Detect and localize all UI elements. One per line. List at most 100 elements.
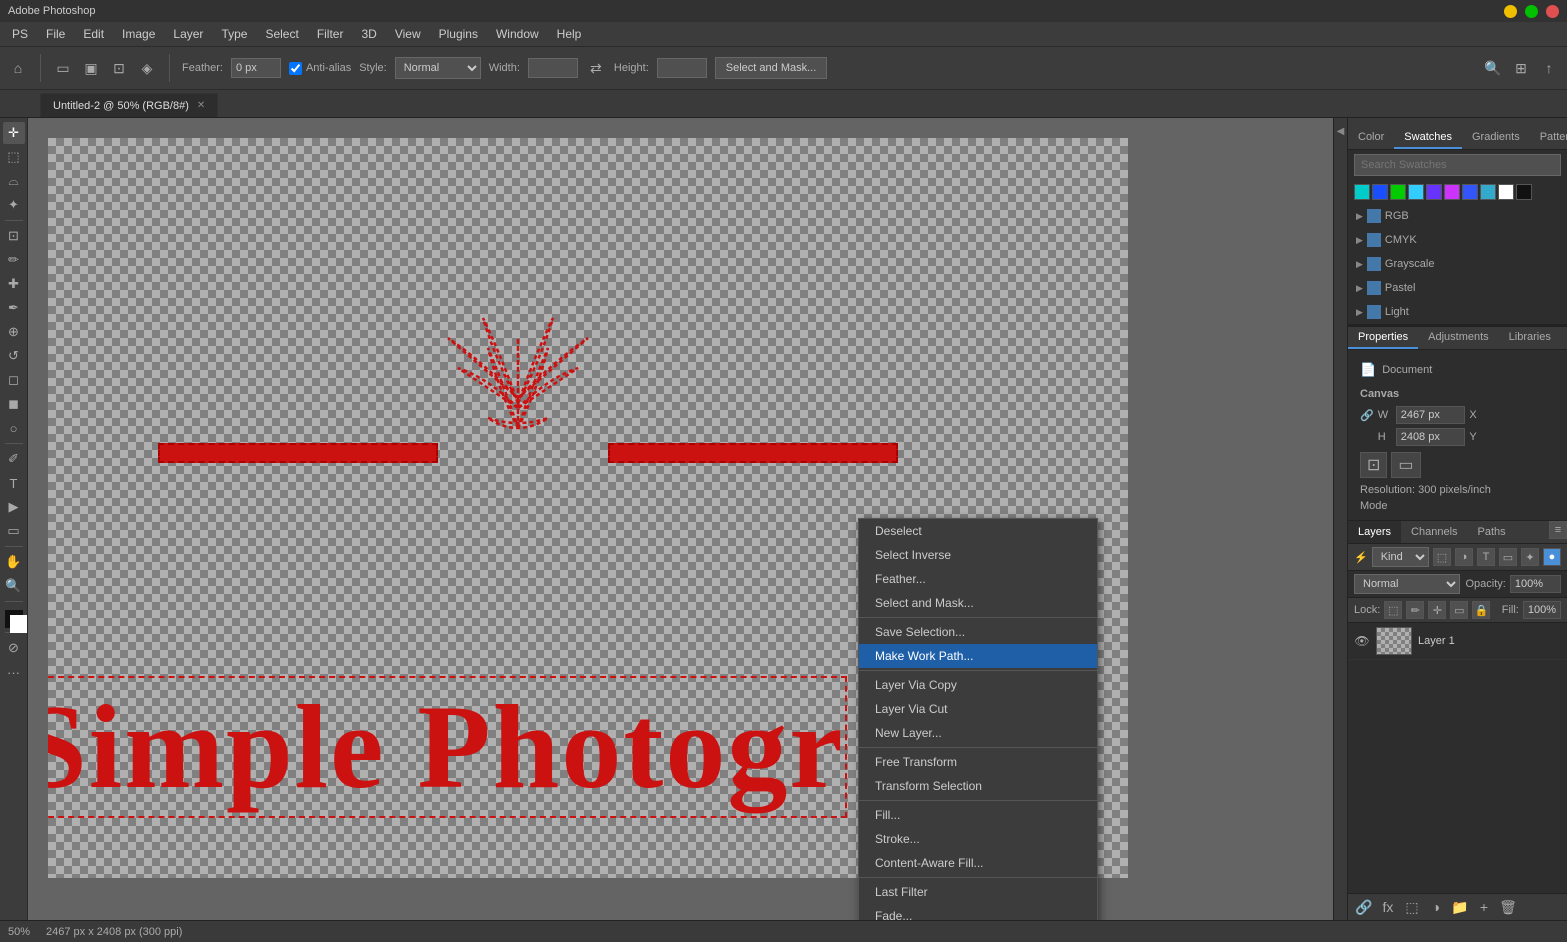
ctx-free-transform[interactable]: Free Transform <box>859 750 1097 774</box>
swatch-group-light-header[interactable]: ▶ Light <box>1354 302 1561 322</box>
tool-icon-3[interactable]: ⊡ <box>109 58 129 78</box>
eraser-tool[interactable]: ◻ <box>3 369 25 391</box>
tool-icon-2[interactable]: ▣ <box>81 58 101 78</box>
tab-swatches[interactable]: Swatches <box>1394 127 1462 149</box>
magic-wand-tool[interactable]: ✦ <box>3 194 25 216</box>
canvas-area[interactable]: Simple Photogr Deselect Select Inverse F… <box>28 118 1333 920</box>
tab-color[interactable]: Color <box>1348 127 1394 149</box>
filter-adjust-icon[interactable]: ◑ <box>1455 548 1473 566</box>
w-value[interactable]: 2467 px <box>1396 406 1466 424</box>
menu-select[interactable]: Select <box>257 25 306 43</box>
swatch-group-cmyk-header[interactable]: ▶ CMYK <box>1354 230 1561 250</box>
swatch-black[interactable] <box>1516 184 1532 200</box>
minimize-button[interactable] <box>1504 5 1517 18</box>
search-global-icon[interactable]: 🔍 <box>1483 58 1503 78</box>
menu-help[interactable]: Help <box>549 25 590 43</box>
swatch-group-pastel-header[interactable]: ▶ Pastel <box>1354 278 1561 298</box>
menu-plugins[interactable]: Plugins <box>431 25 486 43</box>
ctx-layer-via-cut[interactable]: Layer Via Cut <box>859 697 1097 721</box>
filter-pixel-icon[interactable]: ⬚ <box>1433 548 1451 566</box>
ctx-fill[interactable]: Fill... <box>859 803 1097 827</box>
filter-smart-icon[interactable]: ✦ <box>1521 548 1539 566</box>
ctx-content-aware-fill[interactable]: Content-Aware Fill... <box>859 851 1097 875</box>
shape-tool[interactable]: ▭ <box>3 520 25 542</box>
menu-edit[interactable]: Edit <box>75 25 112 43</box>
layer-adjust-btn[interactable]: ◑ <box>1426 897 1446 917</box>
ctx-feather[interactable]: Feather... <box>859 567 1097 591</box>
tab-patterns[interactable]: Patterns <box>1530 127 1567 149</box>
swatch-lightblue[interactable] <box>1408 184 1424 200</box>
collapse-strip[interactable]: ◀ <box>1333 118 1347 920</box>
ctx-stroke[interactable]: Stroke... <box>859 827 1097 851</box>
foreground-color[interactable] <box>5 610 23 628</box>
lock-pixel-btn[interactable]: ⬚ <box>1384 601 1402 619</box>
swatch-blue1[interactable] <box>1372 184 1388 200</box>
menu-window[interactable]: Window <box>488 25 547 43</box>
h-value[interactable]: 2408 px <box>1396 428 1466 446</box>
maximize-button[interactable] <box>1525 5 1538 18</box>
menu-ps[interactable]: PS <box>4 25 36 43</box>
menu-3d[interactable]: 3D <box>353 25 384 43</box>
more-tools[interactable]: ··· <box>3 661 25 683</box>
zoom-tool[interactable]: 🔍 <box>3 575 25 597</box>
opacity-value[interactable]: 100% <box>1510 575 1561 593</box>
lock-artboard-btn[interactable]: ▭ <box>1450 601 1468 619</box>
home-icon[interactable]: ⌂ <box>8 58 28 78</box>
layers-panel-menu[interactable]: ≡ <box>1549 521 1567 539</box>
layer-mask-btn[interactable]: ⬚ <box>1402 897 1422 917</box>
x-value[interactable] <box>1487 413 1555 417</box>
swatch-teal[interactable] <box>1480 184 1496 200</box>
layer-visibility-icon[interactable]: 👁 <box>1354 633 1370 649</box>
swatch-magenta[interactable] <box>1444 184 1460 200</box>
swap-icon[interactable]: ⇄ <box>586 58 606 78</box>
stamp-tool[interactable]: ⊕ <box>3 321 25 343</box>
ctx-last-filter[interactable]: Last Filter <box>859 880 1097 904</box>
hand-tool[interactable]: ✋ <box>3 551 25 573</box>
swatches-search-input[interactable] <box>1354 154 1561 176</box>
filter-type-icon[interactable]: T <box>1477 548 1495 566</box>
swatch-blue2[interactable] <box>1462 184 1478 200</box>
zoom-fit-icon[interactable]: ⊞ <box>1511 58 1531 78</box>
ctx-transform-selection[interactable]: Transform Selection <box>859 774 1097 798</box>
swatch-green[interactable] <box>1390 184 1406 200</box>
landscape-btn[interactable]: ▭ <box>1391 452 1420 478</box>
anti-alias-check[interactable]: Anti-alias <box>289 62 351 75</box>
ctx-select-inverse[interactable]: Select Inverse <box>859 543 1097 567</box>
menu-view[interactable]: View <box>387 25 429 43</box>
menu-filter[interactable]: Filter <box>309 25 352 43</box>
layer-item-1[interactable]: 👁 Layer 1 <box>1348 623 1567 660</box>
portrait-btn[interactable]: ⊡ <box>1360 452 1387 478</box>
filter-shape-icon[interactable]: ▭ <box>1499 548 1517 566</box>
ctx-make-work-path[interactable]: Make Work Path... <box>859 644 1097 668</box>
path-select-tool[interactable]: ▶ <box>3 496 25 518</box>
menu-type[interactable]: Type <box>213 25 255 43</box>
pen-tool[interactable]: ✐ <box>3 448 25 470</box>
share-icon[interactable]: ↑ <box>1539 58 1559 78</box>
tab-layers[interactable]: Layers <box>1348 521 1401 543</box>
heal-tool[interactable]: ✚ <box>3 273 25 295</box>
blend-mode-select[interactable]: Normal <box>1354 574 1460 594</box>
tool-icon-4[interactable]: ◈ <box>137 58 157 78</box>
tab-channels[interactable]: Channels <box>1401 521 1467 543</box>
layer-group-btn[interactable]: 📁 <box>1450 897 1470 917</box>
select-tool[interactable]: ⬚ <box>3 146 25 168</box>
y-value[interactable] <box>1487 435 1555 439</box>
style-select[interactable]: Normal Fixed Ratio Fixed Size <box>395 57 481 79</box>
brush-tool[interactable]: ✒ <box>3 297 25 319</box>
close-button[interactable] <box>1546 5 1559 18</box>
filter-active[interactable]: ● <box>1543 548 1561 566</box>
crop-tool[interactable]: ⊡ <box>3 225 25 247</box>
move-tool[interactable]: ✛ <box>3 122 25 144</box>
layer-fx-btn[interactable]: fx <box>1378 897 1398 917</box>
text-tool[interactable]: T <box>3 472 25 494</box>
tab-gradients[interactable]: Gradients <box>1462 127 1530 149</box>
menu-file[interactable]: File <box>38 25 73 43</box>
fill-value[interactable]: 100% <box>1523 601 1561 619</box>
layer-link-btn[interactable]: 🔗 <box>1354 897 1374 917</box>
ctx-fade[interactable]: Fade... <box>859 904 1097 920</box>
height-input[interactable] <box>657 58 707 78</box>
lock-position-btn[interactable]: ✛ <box>1428 601 1446 619</box>
anti-alias-checkbox[interactable] <box>289 62 302 75</box>
lasso-tool[interactable]: ⌓ <box>3 170 25 192</box>
layer-new-btn[interactable]: + <box>1474 897 1494 917</box>
